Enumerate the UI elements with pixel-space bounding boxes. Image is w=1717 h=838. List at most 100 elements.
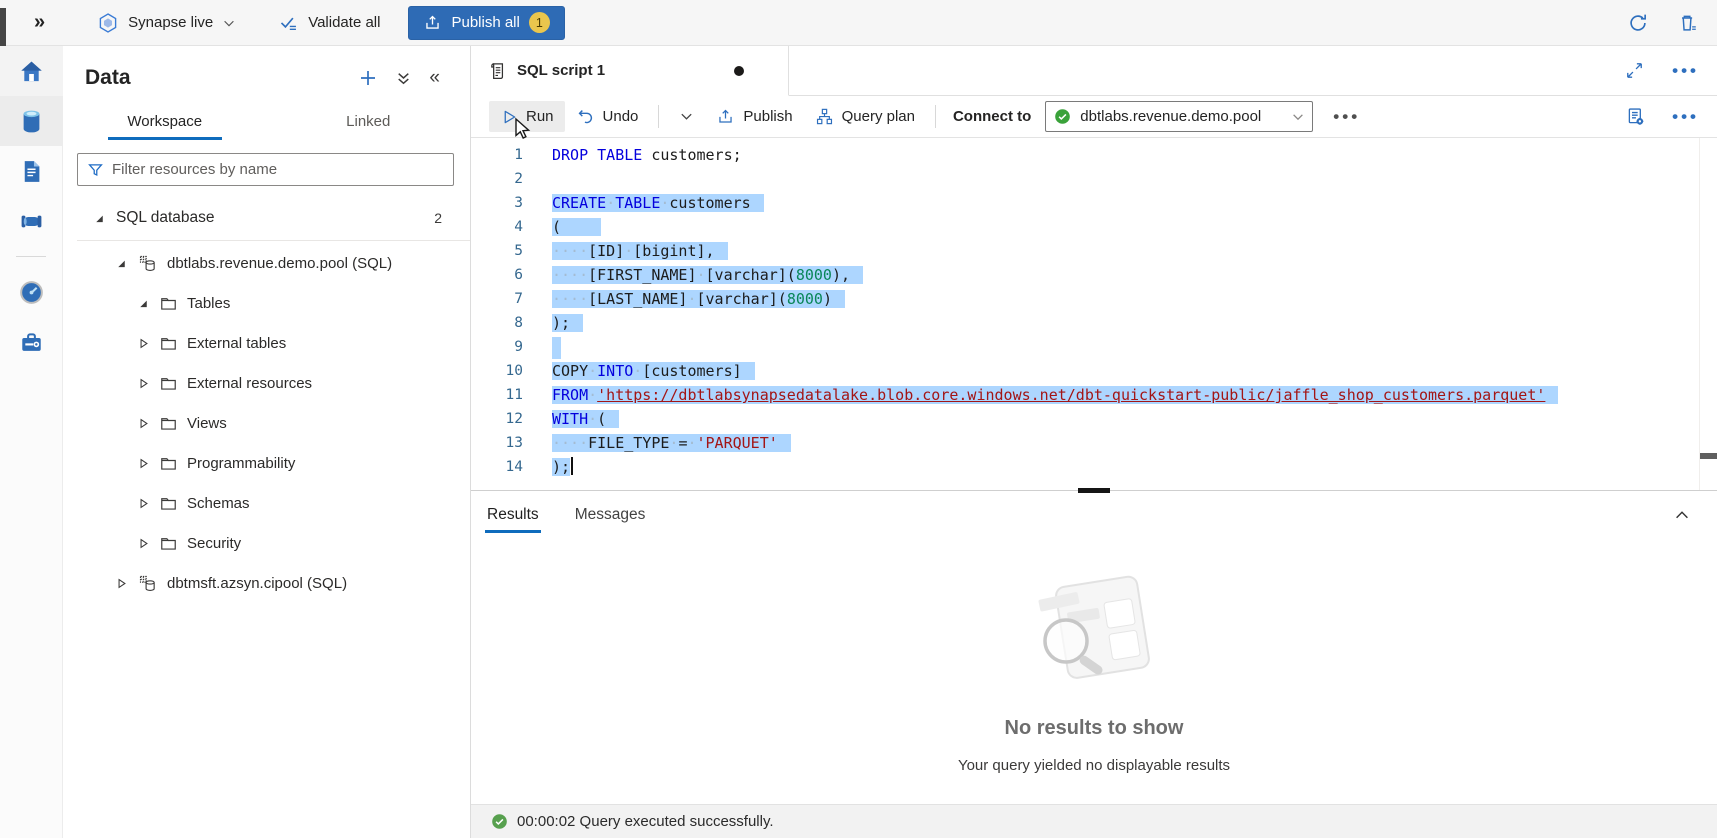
chevron-collapsed-icon[interactable] <box>135 537 151 550</box>
publish-all-label: Publish all <box>451 14 519 31</box>
collapse-all-icon[interactable] <box>395 70 412 87</box>
status-text: 00:00:02 Query executed successfully. <box>517 813 774 830</box>
toolbar-more-icon[interactable]: ••• <box>1672 112 1699 122</box>
rail-item-monitor-gauge[interactable] <box>0 267 63 317</box>
selection-highlight: COPY·INTO·[customers] <box>552 362 755 380</box>
refresh-icon[interactable] <box>1627 12 1649 34</box>
selection-highlight: CREATE·TABLE·customers <box>552 194 764 212</box>
run-button[interactable]: Run <box>489 101 565 132</box>
results-tab-messages[interactable]: Messages <box>575 491 646 539</box>
tree-item-count: 2 <box>434 210 470 226</box>
line-content: CREATE·TABLE·customers <box>523 191 764 215</box>
resource-tree: SQL database2 dbtlabs.revenue.demo.pool (… <box>63 198 470 603</box>
validate-all-label: Validate all <box>308 14 380 31</box>
empty-results-subtitle: Your query yielded no displayable result… <box>958 757 1230 774</box>
rail-item-database[interactable] <box>0 96 63 146</box>
chevron-collapsed-icon[interactable] <box>135 497 151 510</box>
chevron-expanded-icon[interactable] <box>91 212 107 225</box>
pool-select-dropdown[interactable]: dbtlabs.revenue.demo.pool <box>1045 101 1313 132</box>
query-status-bar: 00:00:02 Query executed successfully. <box>471 804 1717 838</box>
sql-code-editor[interactable]: 1DROP TABLE customers;23CREATE·TABLE·cus… <box>471 138 1717 490</box>
connect-to-label: Connect to <box>953 108 1031 125</box>
discard-trash-icon[interactable] <box>1677 12 1699 34</box>
no-results-illustration <box>1019 569 1169 697</box>
divider <box>77 240 470 241</box>
develop-document-icon <box>18 158 45 185</box>
publish-all-button[interactable]: Publish all 1 <box>408 6 564 40</box>
tree-item-label: Tables <box>187 295 230 312</box>
tab-more-actions-icon[interactable]: ••• <box>1672 66 1699 76</box>
chevron-collapsed-icon[interactable] <box>135 457 151 470</box>
query-plan-button[interactable]: Query plan <box>804 101 926 132</box>
tree-item[interactable]: Security <box>63 523 470 563</box>
database-icon <box>18 108 45 135</box>
tree-item-label: dbtlabs.revenue.demo.pool (SQL) <box>167 255 392 272</box>
rail-item-home[interactable] <box>0 46 63 96</box>
tab-sql-script-1[interactable]: SQL script 1 <box>471 46 789 96</box>
scrollbar-thumb[interactable] <box>1700 453 1717 459</box>
code-line: 14); <box>471 455 1717 479</box>
filter-resources-input[interactable] <box>112 161 444 178</box>
rail-item-integrate-pipeline[interactable] <box>0 196 63 246</box>
publish-button[interactable]: Publish <box>705 101 803 132</box>
line-number: 11 <box>471 383 523 407</box>
folder-icon <box>159 334 178 353</box>
line-content: ); <box>523 311 583 335</box>
chevron-expanded-icon[interactable] <box>113 257 129 270</box>
chevron-collapsed-icon[interactable] <box>135 337 151 350</box>
expand-editor-icon[interactable] <box>1625 61 1644 80</box>
rail-item-develop-document[interactable] <box>0 146 63 196</box>
tree-item[interactable]: Schemas <box>63 483 470 523</box>
chevron-collapsed-icon[interactable] <box>135 417 151 430</box>
code-line: 7····[LAST_NAME]·[varchar](8000) <box>471 287 1717 311</box>
selection-highlight <box>552 337 561 359</box>
divider <box>658 105 659 128</box>
tree-item-label: External tables <box>187 335 286 352</box>
tree-item[interactable]: dbtlabs.revenue.demo.pool (SQL) <box>63 243 470 283</box>
results-tab-results[interactable]: Results <box>487 491 539 539</box>
chevron-collapsed-icon[interactable] <box>135 377 151 390</box>
left-nav-rail <box>0 46 63 838</box>
rail-item-manage-toolbox[interactable] <box>0 317 63 367</box>
run-options-chevron[interactable] <box>668 101 705 132</box>
monitor-gauge-icon <box>18 279 45 306</box>
validate-all-button[interactable]: Validate all <box>278 12 380 33</box>
code-line: 11FROM·'https://dbtlabsynapsedatalake.bl… <box>471 383 1717 407</box>
tree-item[interactable]: Programmability <box>63 443 470 483</box>
properties-icon[interactable] <box>1625 106 1646 127</box>
line-content <box>523 335 561 359</box>
collapse-results-chevron-icon[interactable] <box>1673 506 1691 524</box>
tree-item[interactable]: Views <box>63 403 470 443</box>
tree-item[interactable]: SQL database2 <box>63 198 470 238</box>
tab-linked[interactable]: Linked <box>267 104 471 140</box>
manage-toolbox-icon <box>18 329 45 356</box>
mode-switcher[interactable]: Synapse live <box>97 12 236 34</box>
tree-item[interactable]: Tables <box>63 283 470 323</box>
line-number: 3 <box>471 191 523 215</box>
connect-more-icon[interactable]: ••• <box>1333 112 1360 122</box>
script-toolbar: Run Undo Publish Query plan <box>471 96 1717 138</box>
chevron-down-icon <box>222 16 236 30</box>
line-number: 5 <box>471 239 523 263</box>
code-line: 3 CREATE·TABLE·customers <box>471 191 1717 215</box>
line-number: 12 <box>471 407 523 431</box>
chevron-expanded-icon[interactable] <box>135 297 151 310</box>
line-content: COPY·INTO·[customers] <box>523 359 755 383</box>
divider <box>935 105 936 128</box>
tree-item[interactable]: External tables <box>63 323 470 363</box>
synapse-workspace: » Synapse live Validate all Publish all … <box>0 0 1717 838</box>
collapse-panel-icon[interactable]: « <box>429 67 440 89</box>
panel-title: Data <box>85 66 131 90</box>
line-content: ····[ID]·[bigint], <box>523 239 728 263</box>
tab-workspace[interactable]: Workspace <box>63 104 267 140</box>
undo-button[interactable]: Undo <box>565 101 650 132</box>
filter-box <box>77 153 454 186</box>
add-resource-icon[interactable] <box>358 68 378 88</box>
chevron-collapsed-icon[interactable] <box>113 577 129 590</box>
tree-item[interactable]: dbtmsft.azsyn.cipool (SQL) <box>63 563 470 603</box>
double-chevron-right-icon[interactable]: » <box>34 11 45 34</box>
line-number: 6 <box>471 263 523 287</box>
panel-resize-handle[interactable] <box>1078 488 1110 493</box>
text-caret <box>571 457 573 475</box>
tree-item[interactable]: External resources <box>63 363 470 403</box>
